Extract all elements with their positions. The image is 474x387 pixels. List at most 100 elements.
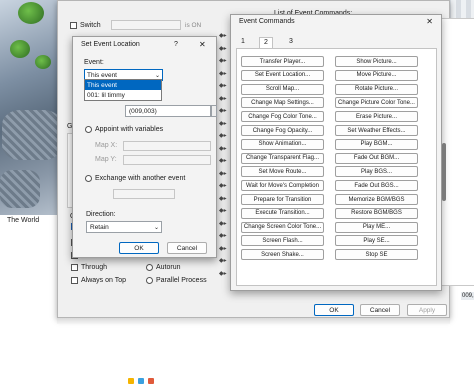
- cancel-button[interactable]: Cancel: [360, 304, 400, 316]
- command-button[interactable]: Change Fog Opacity...: [241, 125, 324, 136]
- command-marker-icon: ◆▸: [219, 45, 227, 52]
- scrollbar[interactable]: [442, 143, 446, 201]
- command-marker-icon: ◆▸: [219, 208, 227, 214]
- coords-field[interactable]: (009,003): [125, 105, 211, 117]
- close-icon[interactable]: ✕: [199, 40, 206, 49]
- command-button[interactable]: Set Event Location...: [241, 69, 324, 81]
- command-marker-icon: ◆▸: [219, 95, 227, 102]
- command-button[interactable]: Scroll Map...: [241, 83, 324, 95]
- command-button[interactable]: Fade Out BGM...: [335, 152, 418, 164]
- map-y-field[interactable]: [123, 155, 211, 165]
- command-button[interactable]: Change Transparent Flag...: [241, 152, 324, 164]
- option-through[interactable]: Through: [71, 264, 107, 271]
- command-button[interactable]: Play ME...: [335, 221, 418, 233]
- command-button[interactable]: Screen Shake...: [241, 249, 324, 261]
- tab-2[interactable]: 2: [259, 37, 273, 48]
- app-icon[interactable]: [138, 378, 144, 384]
- command-marker-icon: ◆▸: [219, 233, 227, 239]
- trigger-autorun[interactable]: Autorun: [146, 264, 181, 271]
- command-marker-icon: ◆▸: [219, 183, 227, 189]
- command-button[interactable]: Change Fog Color Tone...: [241, 111, 324, 123]
- app-icon[interactable]: [128, 378, 134, 384]
- command-marker-icon: ◆▸: [219, 33, 227, 39]
- command-button[interactable]: Show Animation...: [241, 138, 324, 150]
- command-button[interactable]: Fade Out BGS...: [335, 180, 418, 192]
- command-button[interactable]: Set Weather Effects...: [335, 125, 418, 136]
- map-x-field[interactable]: [123, 141, 211, 151]
- through-checkbox[interactable]: [71, 264, 78, 271]
- close-icon[interactable]: ✕: [426, 17, 433, 26]
- command-button[interactable]: Prepare for Transition: [241, 194, 324, 205]
- tab-1[interactable]: 1: [237, 37, 249, 48]
- switch-on-label: is ON: [185, 22, 202, 29]
- switch-checkbox[interactable]: [70, 22, 77, 29]
- command-button[interactable]: Change Map Settings...: [241, 97, 324, 109]
- command-button[interactable]: Execute Transition...: [241, 207, 324, 219]
- tab-3[interactable]: 3: [285, 37, 297, 48]
- dropdown-option[interactable]: 001: lil timmy: [85, 90, 161, 100]
- switch-condition[interactable]: Switch: [70, 22, 101, 29]
- coords-picker-button[interactable]: [211, 105, 217, 117]
- trigger-parallel[interactable]: Parallel Process: [146, 277, 207, 284]
- set-event-location-dialog: Set Event Location ? ✕ Event: This event…: [72, 36, 217, 258]
- command-marker-icon: ◆▸: [219, 133, 227, 139]
- event-select-value: This event: [87, 71, 117, 79]
- rock-tile: [2, 110, 62, 160]
- tree-sprite: [18, 2, 44, 24]
- appoint-variables-option[interactable]: Appoint with variables: [85, 126, 163, 133]
- option-always-on-top[interactable]: Always on Top: [71, 277, 126, 284]
- appoint-label: Appoint with variables: [95, 126, 164, 133]
- direction-select[interactable]: Retain ⌄: [86, 221, 162, 233]
- cancel-button[interactable]: Cancel: [167, 242, 207, 254]
- command-button[interactable]: Change Screen Color Tone...: [241, 221, 324, 233]
- map-y-label: Map Y:: [95, 156, 117, 163]
- command-button[interactable]: Wait for Move's Completion: [241, 180, 324, 192]
- coordinate-readout: 009,: [461, 292, 474, 300]
- direction-label: Direction:: [86, 211, 116, 218]
- command-marker-icon: ◆▸: [219, 83, 227, 89]
- command-button[interactable]: Move Picture...: [335, 69, 418, 81]
- command-button[interactable]: Screen Flash...: [241, 235, 324, 247]
- apply-button[interactable]: Apply: [407, 304, 447, 316]
- command-button[interactable]: Show Picture...: [335, 56, 418, 67]
- chevron-down-icon: ⌄: [154, 72, 160, 79]
- command-button[interactable]: Change Picture Color Tone...: [335, 97, 418, 109]
- always-on-top-checkbox[interactable]: [71, 277, 78, 284]
- parallel-radio[interactable]: [146, 277, 153, 284]
- command-marker-icon: ◆▸: [219, 170, 227, 177]
- switch-field[interactable]: [111, 20, 181, 30]
- exchange-label: Exchange with another event: [95, 175, 186, 182]
- event-commands-dialog: Event Commands ✕ 1 2 3 Transfer Player..…: [230, 14, 446, 291]
- exchange-radio[interactable]: [85, 175, 92, 182]
- command-button[interactable]: Stop SE: [335, 249, 418, 261]
- ok-button[interactable]: OK: [314, 304, 354, 316]
- command-marker-icon: ◆▸: [219, 108, 227, 114]
- command-marker-icon: ◆▸: [219, 270, 227, 277]
- command-button[interactable]: Rotate Picture...: [335, 83, 418, 95]
- exchange-event-select[interactable]: [113, 189, 175, 199]
- command-button[interactable]: Restore BGM/BGS: [335, 207, 418, 219]
- command-button[interactable]: Set Move Route...: [241, 166, 324, 178]
- command-button[interactable]: Play SE...: [335, 235, 418, 247]
- dropdown-option[interactable]: This event: [85, 80, 161, 90]
- autorun-radio[interactable]: [146, 264, 153, 271]
- ok-button[interactable]: OK: [119, 242, 159, 254]
- command-button[interactable]: Memorize BGM/BGS: [335, 194, 418, 205]
- app-icon[interactable]: [148, 378, 154, 384]
- command-button[interactable]: Play BGS...: [335, 166, 418, 178]
- always-on-top-label: Always on Top: [81, 277, 127, 284]
- command-marker-icon: ◆▸: [219, 258, 227, 264]
- command-button[interactable]: Erase Picture...: [335, 111, 418, 123]
- appoint-radio[interactable]: [85, 126, 92, 133]
- help-icon[interactable]: ?: [174, 41, 178, 48]
- taskbar-icons: [128, 378, 198, 387]
- through-label: Through: [81, 264, 108, 271]
- command-button[interactable]: Play BGM...: [335, 138, 418, 150]
- command-button[interactable]: Transfer Player...: [241, 56, 324, 67]
- command-marker-icon: ◆▸: [219, 120, 227, 127]
- dialog-title: Set Event Location: [81, 41, 140, 48]
- exchange-event-option[interactable]: Exchange with another event: [85, 175, 185, 182]
- switch-label: Switch: [80, 22, 101, 29]
- chevron-down-icon: ⌄: [153, 224, 159, 231]
- autorun-label: Autorun: [156, 264, 181, 271]
